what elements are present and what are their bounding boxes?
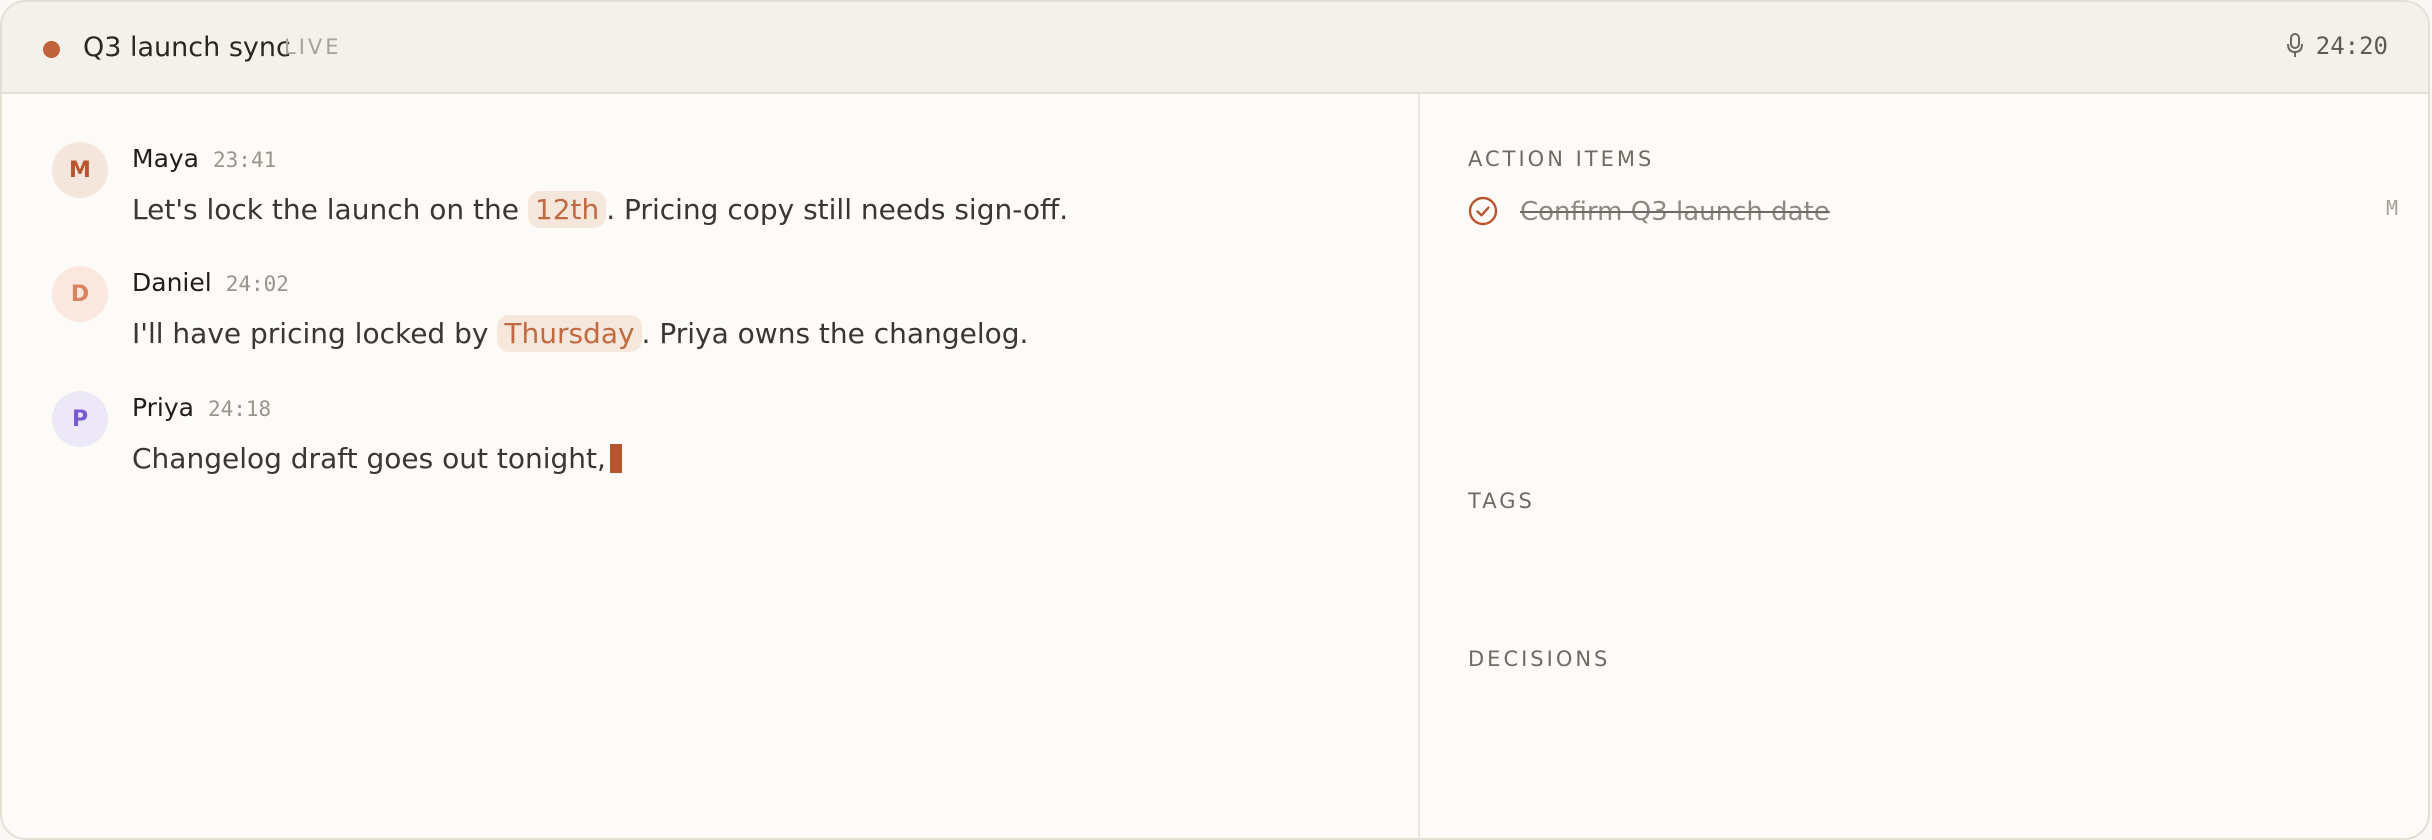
top-bar: Q3 launch sync LIVE 24:20 [2, 2, 2428, 94]
action-items-heading: ACTION ITEMS [1468, 147, 1655, 171]
date-chip[interactable]: 12th [527, 191, 607, 228]
action-item-owner: M [2385, 196, 2398, 220]
meeting-window: Q3 launch sync LIVE 24:20 M Maya 23:41 Le… [0, 0, 2430, 840]
message-text-start: I'll have pricing locked by [132, 317, 498, 350]
date-chip[interactable]: Thursday [497, 315, 642, 352]
recording-timer: 24:20 [2286, 32, 2388, 60]
avatar-maya: M [52, 142, 108, 198]
summary-sidebar: ACTION ITEMS Confirm Q3 launch date M TA… [1420, 94, 2428, 838]
speaker-label: Priya [132, 393, 194, 422]
message-text: Changelog draft goes out tonight, [132, 439, 622, 479]
decisions-heading: DECISIONS [1468, 647, 1611, 671]
tags-heading: TAGS [1468, 489, 1535, 513]
elapsed-time: 24:20 [2315, 32, 2388, 60]
live-indicator-dot [43, 41, 60, 58]
check-circle-icon[interactable] [1468, 196, 1498, 226]
speaker-name: Maya 23:41 [132, 144, 276, 173]
action-item-text: Confirm Q3 launch date [1520, 197, 1830, 227]
message-timestamp: 24:02 [225, 272, 289, 296]
speaker-label: Maya [132, 144, 200, 173]
speaker-name: Priya 24:18 [132, 393, 271, 422]
message-text: I'll have pricing locked by Thursday. Pr… [132, 314, 1028, 354]
microphone-icon[interactable] [2286, 33, 2304, 59]
message-timestamp: 24:18 [207, 397, 272, 421]
message-text-end: . Pricing copy still needs sign-off. [606, 193, 1069, 226]
message-text: Let's lock the launch on the 12th. Prici… [132, 190, 1068, 230]
speaker-label: Daniel [132, 268, 212, 297]
avatar-priya: P [52, 391, 108, 447]
live-status-label: LIVE [284, 35, 342, 59]
action-item[interactable]: Confirm Q3 launch date M [1468, 196, 2398, 230]
speaker-name: Daniel 24:02 [132, 268, 289, 297]
message-text-start: Let's lock the launch on the [132, 193, 528, 226]
message-text-end: . Priya owns the changelog. [641, 317, 1029, 350]
avatar-daniel: D [52, 266, 108, 322]
message-timestamp: 23:41 [213, 148, 277, 172]
typing-cursor [609, 444, 622, 473]
meeting-title: Q3 launch sync [83, 32, 291, 63]
message-text-start: Changelog draft goes out tonight, [132, 442, 606, 475]
transcript-panel: M Maya 23:41 Let's lock the launch on the… [2, 94, 1418, 838]
